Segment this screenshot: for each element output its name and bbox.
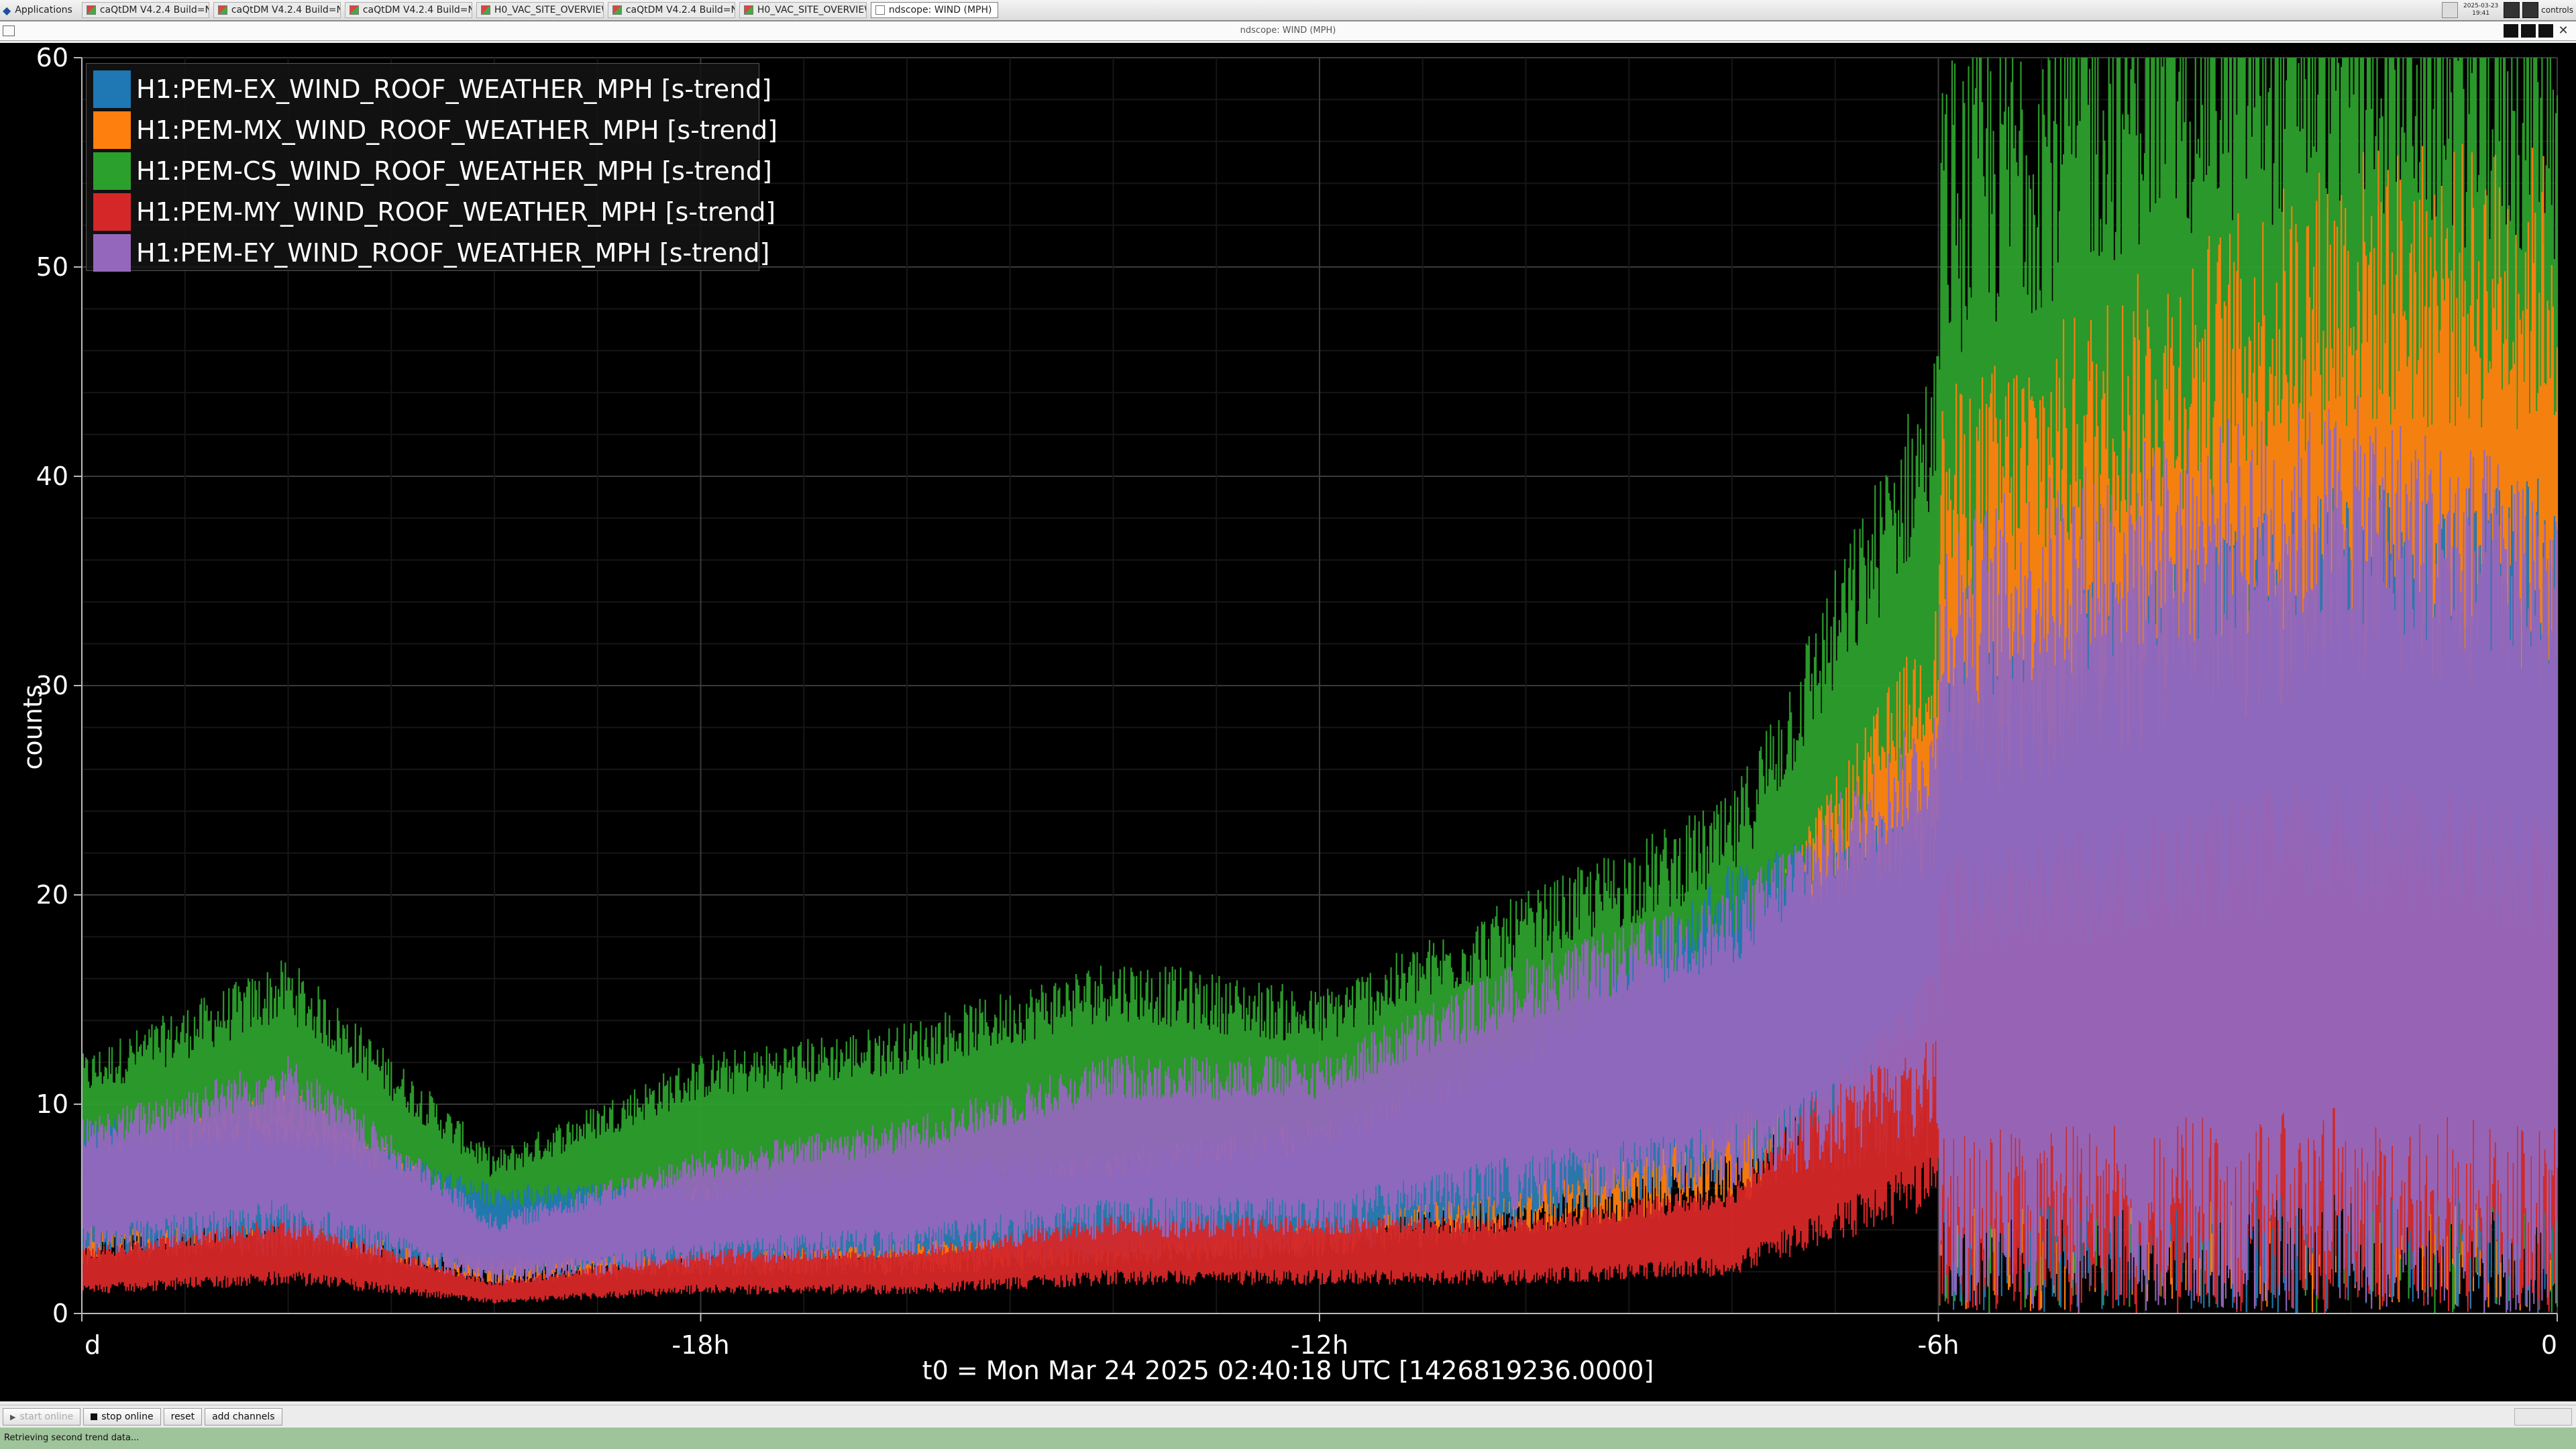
add-channels-label: add channels [212, 1411, 275, 1422]
legend-swatch [93, 70, 131, 108]
restore-button[interactable] [2538, 24, 2553, 38]
legend-swatch [93, 193, 131, 231]
x-tick-label: -18h [672, 1330, 729, 1360]
legend-label: H1:PEM-MX_WIND_ROOF_WEATHER_MPH [s-trend… [136, 115, 777, 145]
legend-swatch [93, 234, 131, 272]
minimize-button[interactable] [2504, 24, 2518, 38]
bottom-toolbar: ▶ start online stop online reset add cha… [0, 1405, 2576, 1428]
taskbar-task-active[interactable]: ndscope: WIND (MPH) [870, 2, 998, 18]
caqtdm-app-icon [217, 5, 227, 15]
taskbar-task[interactable]: caQtDM V4.2.4 Build=No... [81, 2, 209, 18]
x-tick-label: d [85, 1330, 101, 1360]
network-icon[interactable] [2504, 2, 2520, 18]
reset-button[interactable]: reset [163, 1408, 203, 1426]
caqtdm-app-icon [612, 5, 622, 15]
legend-label: H1:PEM-EX_WIND_ROOF_WEATHER_MPH [s-trend… [136, 74, 772, 104]
start-online-label: start online [19, 1411, 74, 1422]
taskbar-task-label: caQtDM V4.2.4 Build=No... [362, 5, 472, 15]
options-button[interactable] [2514, 1408, 2572, 1426]
t0-label: t0 = Mon Mar 24 2025 02:40:18 UTC [14268… [922, 1356, 1654, 1385]
taskbar-task-label: H0_VAC_SITE_OVERVIEW_... [757, 5, 866, 15]
clock-time: 19:41 [2472, 10, 2490, 17]
taskbar-task-label: caQtDM V4.2.4 Build=No... [231, 5, 340, 15]
reset-label: reset [170, 1411, 195, 1422]
trend-plot[interactable]: 0 10 20 30 40 50 60 d -18h -12h -6h 0 counts t0 = M… [0, 43, 2576, 1401]
caqtdm-app-icon [480, 5, 490, 15]
caqtdm-app-icon [349, 5, 359, 15]
x-tick-label: 0 [2541, 1330, 2557, 1360]
window-titlebar[interactable]: ndscope: WIND (MPH) ✕ [0, 21, 2576, 41]
applications-label: Applications [15, 5, 72, 15]
legend-label: H1:PEM-CS_WIND_ROOF_WEATHER_MPH [s-trend… [136, 156, 772, 186]
caqtdm-app-icon [86, 5, 96, 15]
legend-swatch [93, 111, 131, 149]
taskbar-task[interactable]: caQtDM V4.2.4 Build=No... [344, 2, 472, 18]
legend-item[interactable]: H1:PEM-MX_WIND_ROOF_WEATHER_MPH [s-trend… [93, 111, 777, 149]
volume-icon[interactable] [2522, 2, 2539, 18]
legend-item[interactable]: H1:PEM-CS_WIND_ROOF_WEATHER_MPH [s-trend… [93, 152, 772, 190]
y-tick-label: 0 [52, 1299, 68, 1328]
plot-legend[interactable]: H1:PEM-EX_WIND_ROOF_WEATHER_MPH [s-trend… [86, 63, 777, 272]
y-tick-label: 20 [36, 880, 68, 910]
taskbar: ◆ Applications caQtDM V4.2.4 Build=No...… [0, 0, 2576, 21]
stop-online-label: stop online [101, 1411, 154, 1422]
stop-icon [91, 1413, 98, 1420]
legend-item[interactable]: H1:PEM-EY_WIND_ROOF_WEATHER_MPH [s-trend… [93, 234, 769, 272]
y-tick-label: 10 [36, 1089, 68, 1119]
y-tick-label: 60 [36, 43, 68, 72]
taskbar-task-label: ndscope: WIND (MPH) [888, 5, 992, 15]
status-text: Retrieving second trend data... [4, 1433, 140, 1443]
applications-menu[interactable]: ◆ Applications [0, 0, 78, 20]
window-menu-icon[interactable] [3, 25, 15, 36]
taskbar-task-label: H0_VAC_SITE_OVERVIEW_... [494, 5, 603, 15]
clock-date: 2025-03-23 [2463, 3, 2499, 9]
taskbar-task[interactable]: caQtDM V4.2.4 Build=No... [607, 2, 735, 18]
user-name[interactable]: controls [2541, 5, 2573, 15]
clock[interactable]: 2025-03-23 19:41 [2461, 3, 2501, 17]
legend-label: H1:PEM-MY_WIND_ROOF_WEATHER_MPH [s-trend… [136, 197, 776, 227]
legend-item[interactable]: H1:PEM-MY_WIND_ROOF_WEATHER_MPH [s-trend… [93, 193, 775, 231]
maximize-button[interactable] [2521, 24, 2536, 38]
legend-item[interactable]: H1:PEM-EX_WIND_ROOF_WEATHER_MPH [s-trend… [93, 70, 771, 108]
legend-label: H1:PEM-EY_WIND_ROOF_WEATHER_MPH [s-trend… [136, 238, 770, 268]
taskbar-task-label: caQtDM V4.2.4 Build=No... [625, 5, 735, 15]
taskbar-task[interactable]: caQtDM V4.2.4 Build=No... [213, 2, 341, 18]
y-tick-label: 40 [36, 462, 68, 491]
applications-icon: ◆ [3, 3, 11, 17]
window-title: ndscope: WIND (MPH) [1240, 25, 1336, 36]
close-icon[interactable]: ✕ [2556, 24, 2571, 38]
play-icon: ▶ [10, 1412, 16, 1421]
x-tick-label: -6h [1918, 1330, 1960, 1360]
add-channels-button[interactable]: add channels [205, 1408, 282, 1426]
legend-swatch [93, 152, 131, 190]
taskbar-task-label: caQtDM V4.2.4 Build=No... [99, 5, 209, 15]
y-tick-label: 50 [36, 252, 68, 282]
ndscope-app-icon [875, 5, 885, 15]
start-online-button[interactable]: ▶ start online [3, 1408, 81, 1426]
desktop-switcher-icon[interactable] [2442, 2, 2459, 18]
taskbar-task[interactable]: H0_VAC_SITE_OVERVIEW_... [476, 2, 604, 18]
y-axis-label: counts [18, 684, 48, 769]
caqtdm-app-icon [743, 5, 753, 15]
stop-online-button[interactable]: stop online [83, 1408, 161, 1426]
taskbar-task[interactable]: H0_VAC_SITE_OVERVIEW_... [739, 2, 867, 18]
system-tray: 2025-03-23 19:41 controls [2442, 0, 2576, 20]
status-bar: Retrieving second trend data... [0, 1428, 2576, 1449]
